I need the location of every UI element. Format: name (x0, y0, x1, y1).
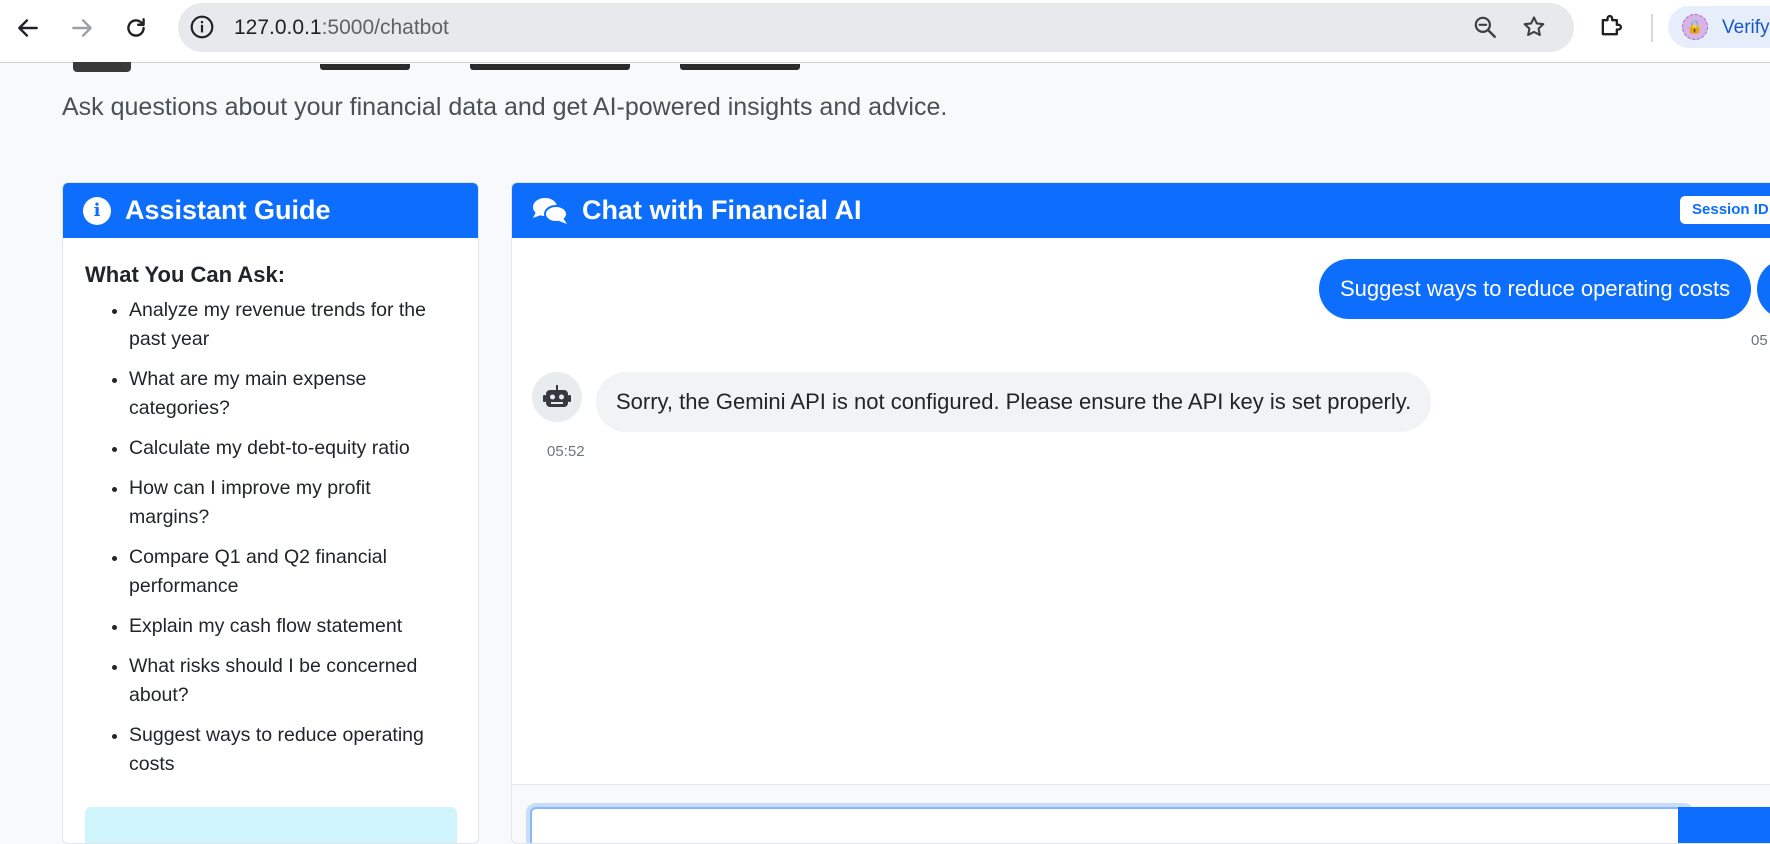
toolbar-divider (1651, 14, 1653, 42)
info-circle-icon: i (83, 196, 111, 225)
puzzle-icon (1601, 14, 1623, 36)
chat-card: Chat with Financial AI Session ID Sugges… (511, 182, 1770, 844)
suggestion-item[interactable]: Compare Q1 and Q2 financial performance (129, 543, 456, 601)
profile-label: Verify (1722, 17, 1770, 38)
zoom-out-icon (1474, 16, 1496, 38)
message-time: 05:52 (547, 443, 585, 460)
comments-icon (533, 197, 568, 224)
guide-card-header: i Assistant Guide (63, 183, 478, 238)
page-title-icon-partial (73, 62, 131, 72)
guide-info-alert (85, 807, 457, 843)
forward-button[interactable] (66, 12, 98, 44)
suggestion-item[interactable]: What risks should I be concerned about? (129, 652, 456, 710)
suggestion-item[interactable]: Explain my cash flow statement (129, 612, 456, 641)
address-bar[interactable]: 127.0.0.1:5000/chatbot (178, 3, 1574, 52)
guide-title: Assistant Guide (125, 195, 331, 225)
suggestion-item[interactable]: Calculate my debt-to-equity ratio (129, 434, 456, 463)
back-button[interactable] (12, 12, 44, 44)
bot-avatar (532, 372, 582, 422)
suggestion-item[interactable]: Suggest ways to reduce operating costs (129, 721, 456, 779)
profile-button[interactable]: 🔒 Verify (1668, 6, 1770, 48)
guide-body: What You Can Ask: Analyze my revenue tre… (63, 238, 478, 779)
extensions-button[interactable] (1597, 12, 1625, 45)
zoom-button[interactable] (1472, 14, 1498, 45)
guide-subtitle: What You Can Ask: (85, 262, 286, 287)
avatar: 🔒 (1682, 14, 1708, 40)
assistant-guide-card: i Assistant Guide What You Can Ask: Anal… (62, 182, 479, 844)
bot-message: Sorry, the Gemini API is not configured.… (596, 372, 1432, 432)
info-icon (190, 15, 214, 39)
bookmark-button[interactable] (1521, 14, 1547, 45)
site-info-button[interactable] (188, 13, 216, 41)
page-subtitle: Ask questions about your financial data … (62, 93, 948, 121)
url-path: :5000/chatbot (321, 16, 449, 39)
chat-card-header: Chat with Financial AI Session ID (512, 183, 1770, 238)
message-time: 05 (1751, 332, 1768, 349)
chat-title: Chat with Financial AI (582, 195, 862, 225)
message-input[interactable] (530, 807, 1690, 843)
arrow-right-icon (72, 19, 92, 37)
reload-icon (127, 18, 145, 37)
suggestion-item[interactable]: Analyze my revenue trends for the past y… (129, 296, 456, 354)
user-message-partial (1757, 259, 1770, 319)
page-title-partial (470, 64, 630, 70)
send-button[interactable] (1678, 807, 1770, 843)
url-text[interactable]: 127.0.0.1:5000/chatbot (234, 16, 449, 40)
page-title-partial (320, 64, 410, 70)
chat-input-area (512, 784, 1770, 843)
browser-toolbar: 127.0.0.1:5000/chatbot 🔒 Verify (0, 0, 1770, 63)
suggestion-list: Analyze my revenue trends for the past y… (85, 296, 456, 779)
suggestion-item[interactable]: What are my main expense categories? (129, 365, 456, 423)
session-id-badge: Session ID (1680, 196, 1770, 224)
star-icon (1523, 16, 1545, 37)
robot-icon (543, 385, 571, 407)
reload-button[interactable] (120, 12, 152, 44)
page-title-partial (680, 64, 800, 70)
arrow-left-icon (18, 19, 38, 37)
url-host: 127.0.0.1 (234, 16, 322, 39)
user-message: Suggest ways to reduce operating costs (1319, 259, 1752, 319)
suggestion-item[interactable]: How can I improve my profit margins? (129, 474, 456, 532)
